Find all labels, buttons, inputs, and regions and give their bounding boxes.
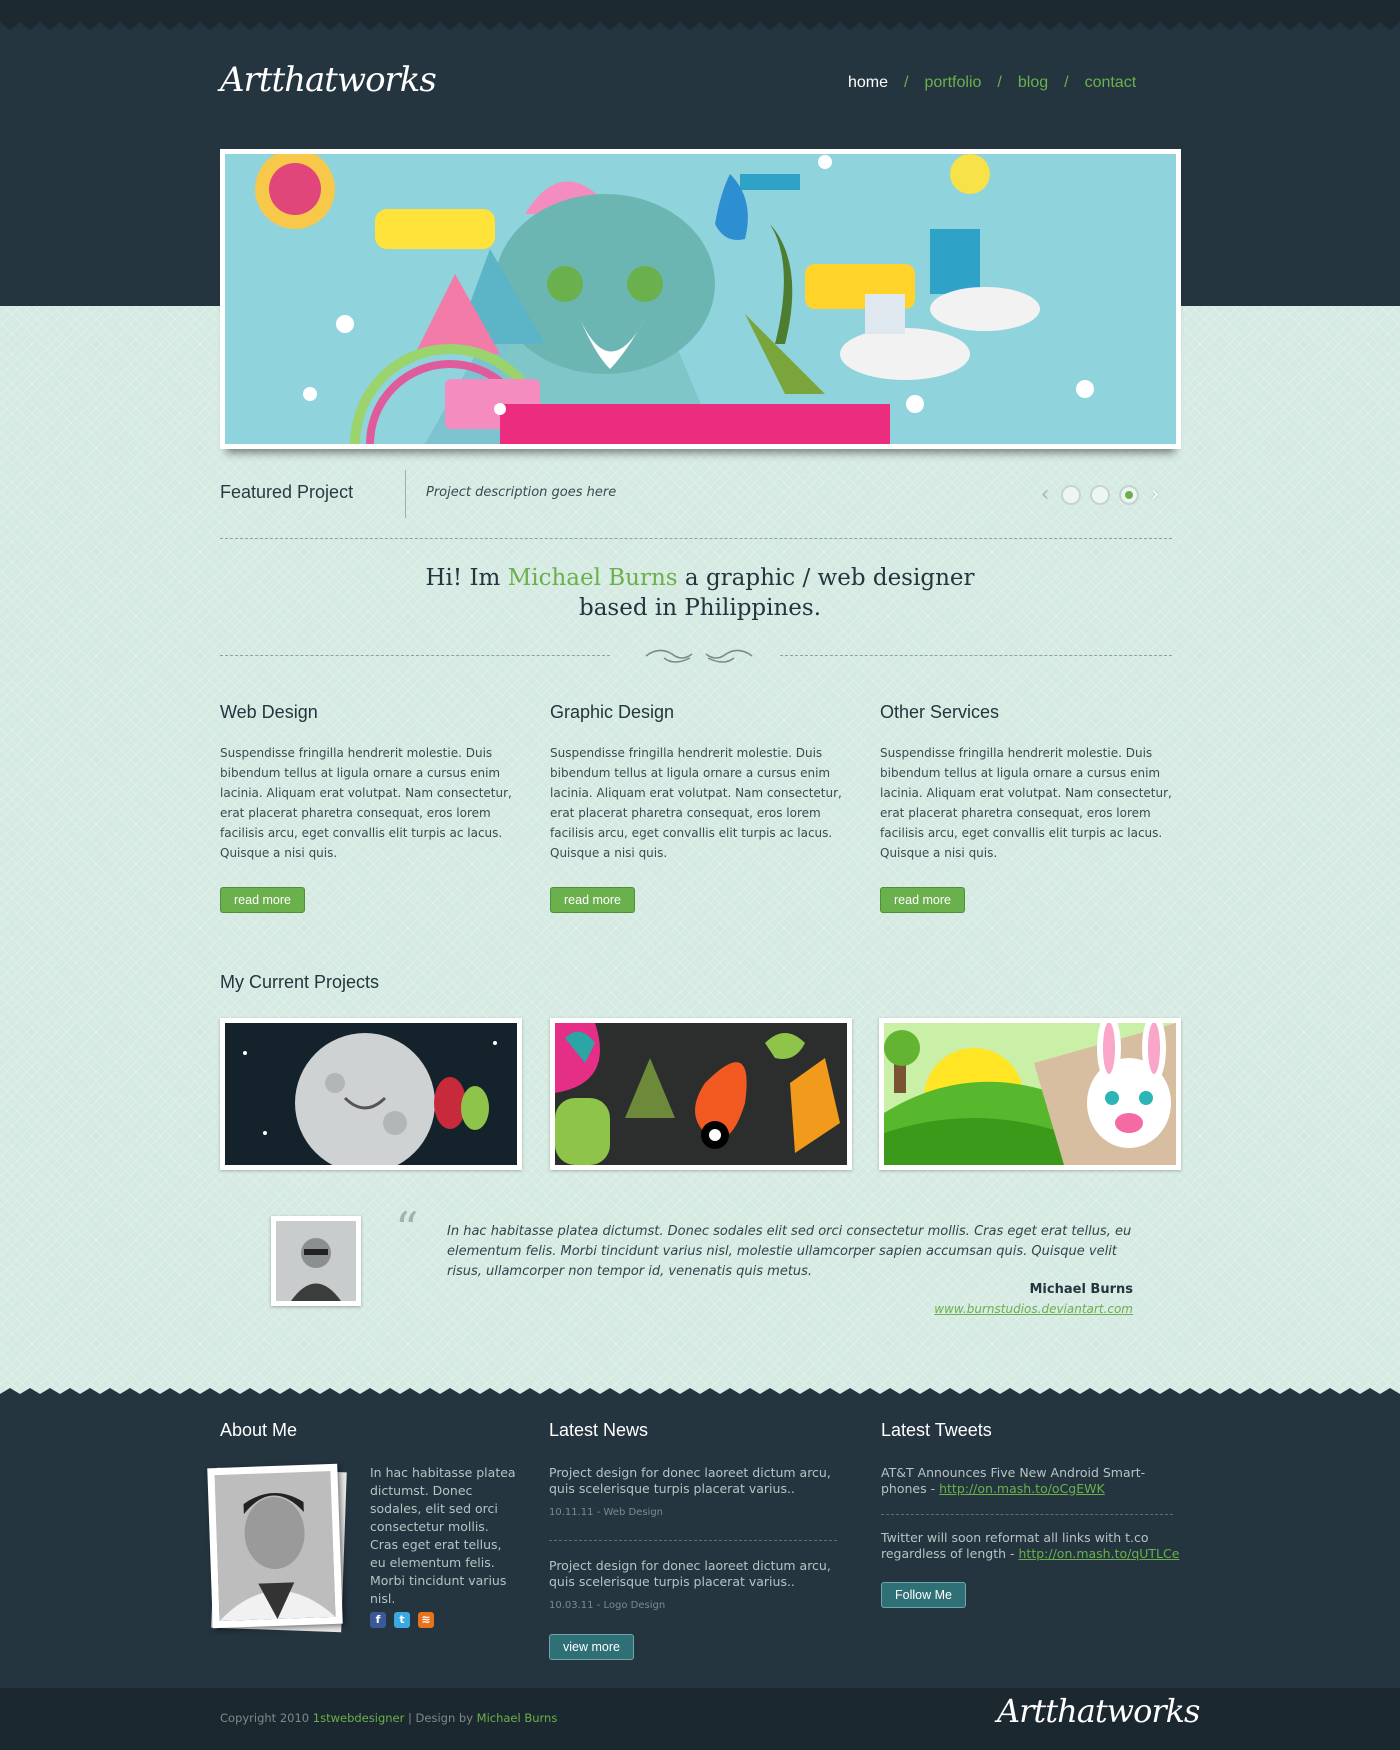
- service-text: Suspendisse fringilla hendrerit molestie…: [220, 746, 512, 860]
- dashed-divider: [780, 655, 1172, 656]
- main-nav: home / portfolio / blog / contact: [848, 74, 1136, 92]
- dashed-divider: [549, 1540, 837, 1541]
- service-title: Graphic Design: [550, 702, 675, 722]
- testimonial-quote: In hac habitasse platea dictumst. Donec …: [447, 1224, 1132, 1279]
- top-zigzag: [0, 22, 1400, 30]
- slider-dot-active[interactable]: [1119, 484, 1139, 505]
- service-text: Suspendisse fringilla hendrerit molestie…: [550, 746, 842, 860]
- slider-dot[interactable]: [1061, 484, 1081, 505]
- tweet-link[interactable]: http://on.mash.to/qUTLCe: [1019, 1546, 1180, 1561]
- slider-controls: ‹ ›: [1038, 482, 1162, 507]
- read-more-button[interactable]: read more: [880, 887, 965, 913]
- tweet-link[interactable]: http://on.mash.to/oCgEWK: [939, 1481, 1105, 1496]
- hero-banner[interactable]: [220, 149, 1181, 449]
- nav-contact[interactable]: contact: [1085, 74, 1137, 92]
- news-item[interactable]: Project design for donec laoreet dictum …: [549, 1558, 839, 1611]
- read-more-button[interactable]: read more: [220, 887, 305, 913]
- intro-greeting: Hi! Im: [425, 565, 501, 591]
- news-title: Latest News: [549, 1420, 649, 1440]
- about-photo: [207, 1463, 343, 1629]
- twitter-icon[interactable]: t: [394, 1612, 410, 1628]
- tweet-item: AT&T Announces Five New Android Smart-ph…: [881, 1465, 1181, 1497]
- project-thumbnail[interactable]: [220, 1018, 522, 1170]
- news-item[interactable]: Project design for donec laoreet dictum …: [549, 1465, 839, 1518]
- testimonial-link[interactable]: www.burnstudios.deviantart.com: [900, 1302, 1133, 1316]
- read-more-button[interactable]: read more: [550, 887, 635, 913]
- news-meta: 10.03.11 - Logo Design: [549, 1600, 666, 1611]
- nav-portfolio[interactable]: portfolio: [924, 74, 981, 92]
- tweets-title: Latest Tweets: [881, 1420, 992, 1440]
- rss-icon[interactable]: ≋: [418, 1612, 434, 1628]
- project-thumbnail[interactable]: [879, 1018, 1181, 1170]
- slider-dot[interactable]: [1090, 484, 1110, 505]
- featured-description: Project description goes here: [426, 485, 617, 500]
- dashed-divider: [220, 538, 1172, 539]
- copyright-separator: | Design by: [408, 1711, 473, 1725]
- prev-arrow-icon[interactable]: ‹: [1038, 482, 1052, 507]
- news-text: Project design for donec laoreet dictum …: [549, 1465, 831, 1496]
- tweet-item: Twitter will soon reformat all links wit…: [881, 1530, 1181, 1562]
- copyright-text: Copyright 2010: [220, 1711, 310, 1725]
- intro-text: Hi! Im Michael Burns a graphic / web des…: [220, 563, 1180, 623]
- copyright: Copyright 2010 1stwebdesigner | Design b…: [220, 1711, 557, 1725]
- next-arrow-icon[interactable]: ›: [1148, 482, 1162, 507]
- view-more-button[interactable]: view more: [549, 1634, 634, 1660]
- service-web-design: Web Design Suspendisse fringilla hendrer…: [220, 702, 520, 913]
- designer-link[interactable]: Michael Burns: [477, 1711, 558, 1725]
- service-text: Suspendisse fringilla hendrerit molestie…: [880, 746, 1172, 860]
- dashed-divider: [220, 655, 610, 656]
- project-image: [225, 1023, 517, 1165]
- divider: [405, 470, 406, 518]
- service-title: Other Services: [880, 702, 1000, 722]
- intro-location: based in Philippines.: [578, 595, 822, 621]
- news-text: Project design for donec laoreet dictum …: [549, 1558, 831, 1589]
- top-strip: [0, 0, 1400, 22]
- nav-home[interactable]: home: [848, 74, 888, 92]
- intro-name: Michael Burns: [507, 565, 678, 591]
- service-graphic-design: Graphic Design Suspendisse fringilla hen…: [550, 702, 850, 913]
- service-other: Other Services Suspendisse fringilla hen…: [880, 702, 1180, 913]
- featured-title: Featured Project: [220, 482, 354, 502]
- project-thumbnail[interactable]: [550, 1018, 852, 1170]
- testimonial-author: Michael Burns: [1029, 1282, 1134, 1297]
- testimonial-avatar: [271, 1216, 361, 1306]
- nav-separator: /: [997, 74, 1002, 91]
- hero-illustration: [225, 154, 1176, 444]
- about-title: About Me: [220, 1420, 298, 1440]
- dashed-divider: [881, 1514, 1173, 1515]
- project-image: [884, 1023, 1176, 1165]
- news-meta: 10.11.11 - Web Design: [549, 1507, 664, 1518]
- nav-blog[interactable]: blog: [1018, 74, 1048, 92]
- intro-role: a graphic / web designer: [684, 565, 975, 591]
- service-title: Web Design: [220, 702, 318, 722]
- copyright-site-link[interactable]: 1stwebdesigner: [313, 1711, 405, 1725]
- projects-title: My Current Projects: [220, 972, 380, 992]
- quote-icon: “: [395, 1202, 419, 1256]
- footer-logo[interactable]: Artthatworks: [997, 1692, 1200, 1730]
- facebook-icon[interactable]: f: [370, 1612, 386, 1628]
- about-text: In hac habitasse platea dictumst. Donec …: [370, 1465, 516, 1606]
- nav-separator: /: [904, 74, 909, 91]
- follow-me-button[interactable]: Follow Me: [881, 1582, 966, 1608]
- project-image: [555, 1023, 847, 1165]
- nav-separator: /: [1064, 74, 1069, 91]
- site-logo[interactable]: Artthatworks: [220, 60, 437, 100]
- flourish-ornament-icon: [644, 644, 754, 673]
